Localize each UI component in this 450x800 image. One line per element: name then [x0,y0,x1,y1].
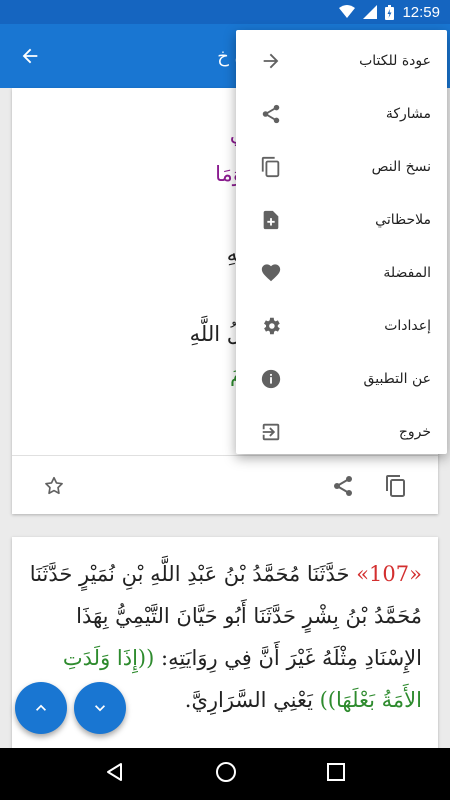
menu-item-notes[interactable]: ملاحظاتي [236,193,447,246]
signal-icon [363,5,378,19]
share-icon [334,476,352,496]
menu-item-about[interactable]: عن التطبيق [236,352,447,405]
star-outline-icon [45,476,63,495]
menu-item-copy-text[interactable]: نسخ النص [236,140,447,193]
share-button[interactable] [323,466,363,506]
system-nav-bar [0,748,450,800]
heart-icon [258,260,284,286]
quote-text: الأَمَةُ بَعْلَهَا)) [319,688,422,712]
back-triangle-icon[interactable] [105,762,125,786]
back-button[interactable] [0,24,60,88]
card-actions [12,456,438,514]
copy-button[interactable] [376,466,416,506]
menu-item-label: المفضلة [383,264,431,281]
copy-icon [386,475,405,497]
menu-item-label: عن التطبيق [363,370,431,387]
exit-icon [258,419,284,445]
menu-item-share[interactable]: مشاركة [236,87,447,140]
text-line: مُحَمَّدُ بْنُ بِشْرٍ حَدَّثَنَا أَبُو ح… [28,595,422,637]
chevron-down-icon [95,705,105,712]
chevron-up-icon [36,704,46,711]
status-bar: 12:59 [0,0,450,24]
narration-text: الإِسْنَادِ مِثْلَهُ غَيْرَ أَنَّ فِي رِ… [154,646,422,670]
menu-item-label: إعدادات [384,317,431,334]
copy-icon [258,154,284,180]
narration-text: يَعْنِي السَّرَارِيَّ. [184,688,320,712]
settings-icon [258,313,284,339]
menu-item-label: خروج [398,423,431,440]
narration-text: مُحَمَّدُ بْنُ بِشْرٍ حَدَّثَنَا أَبُو ح… [76,604,422,628]
menu-item-label: نسخ النص [371,158,431,175]
home-circle-icon[interactable] [215,761,237,787]
wifi-icon [339,5,356,19]
scroll-down-button[interactable] [74,682,126,734]
text-line: الإِسْنَادِ مِثْلَهُ غَيْرَ أَنَّ فِي رِ… [28,637,422,679]
menu-item-settings[interactable]: إعدادات [236,299,447,352]
menu-item-label: عودة للكتاب [359,52,431,69]
share-icon [258,101,284,127]
narration-text: حَدَّثَنَا مُحَمَّدُ بْنُ عَبْدِ اللَّهِ… [29,562,357,586]
hadith-number: «107» [356,562,422,586]
favorite-button[interactable] [34,466,74,506]
info-icon [258,366,284,392]
battery-icon [385,4,395,20]
scroll-up-button[interactable] [15,682,67,734]
arrow-back-icon [22,48,38,64]
arrow-forward-icon [258,48,284,74]
quote-text: ((إِذَا وَلَدَتِ [62,646,155,670]
menu-item-back-to-book[interactable]: عودة للكتاب [236,34,447,87]
menu-item-favorites[interactable]: المفضلة [236,246,447,299]
hadith-card-107: «107» حَدَّثَنَا مُحَمَّدُ بْنُ عَبْدِ ا… [12,537,438,757]
status-time: 12:59 [402,3,440,21]
text-line: «107» حَدَّثَنَا مُحَمَّدُ بْنُ عَبْدِ ا… [28,553,422,595]
overflow-menu: عودة للكتاب مشاركة نسخ النص ملاحظاتي الم… [236,30,447,454]
menu-item-exit[interactable]: خروج [236,405,447,458]
menu-item-label: مشاركة [385,105,431,122]
recents-square-icon[interactable] [327,763,345,785]
note-add-icon [258,207,284,233]
menu-item-label: ملاحظاتي [375,211,431,228]
